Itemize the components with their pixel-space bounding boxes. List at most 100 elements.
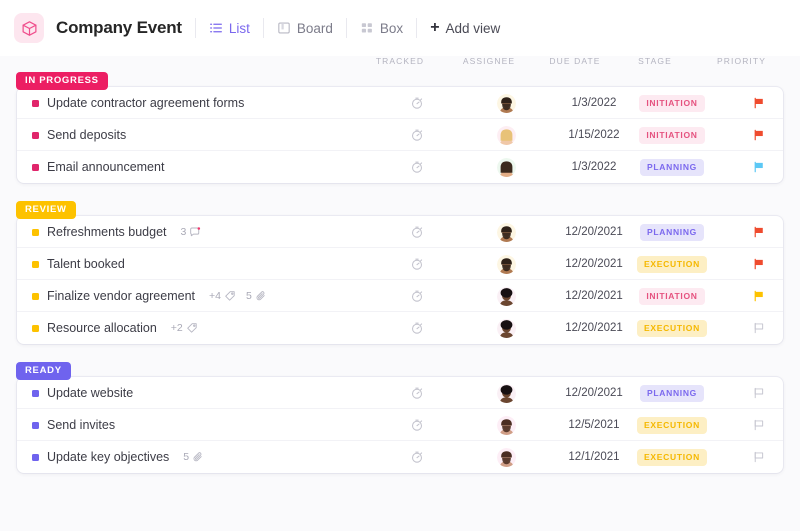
tracked-cell[interactable] <box>372 119 462 151</box>
flag-empty-icon[interactable] <box>752 418 766 432</box>
due-date-cell[interactable]: 12/20/2021 <box>550 312 638 344</box>
stage-cell[interactable]: PLANNING <box>627 216 717 248</box>
stopwatch-icon[interactable] <box>410 321 424 335</box>
stage-cell[interactable]: INITIATION <box>627 119 717 151</box>
table-row[interactable]: Send invites 12/5/2021 EXECUTION <box>17 409 783 441</box>
stopwatch-icon[interactable] <box>410 128 424 142</box>
assignee-cell[interactable] <box>462 87 550 119</box>
avatar[interactable] <box>496 447 516 467</box>
table-row[interactable]: Email announcement 1/3/2022 PLANNING <box>17 151 783 183</box>
tab-board[interactable]: Board <box>277 21 333 36</box>
task-status-dot[interactable] <box>32 131 39 139</box>
tracked-cell[interactable] <box>372 409 462 441</box>
flag-empty-icon[interactable] <box>752 321 766 335</box>
due-date-cell[interactable]: 12/20/2021 <box>550 280 638 312</box>
table-row[interactable]: Send deposits 1/15/2022 INITIATION <box>17 119 783 151</box>
stage-badge[interactable]: PLANNING <box>640 158 704 176</box>
tracked-cell[interactable] <box>372 312 462 344</box>
table-row[interactable]: Talent booked 12/20/2021 EXECUTION <box>17 248 783 280</box>
flag-red-icon[interactable] <box>752 257 766 271</box>
table-row[interactable]: Refreshments budget 3 12/20/2021 PLANNIN… <box>17 216 783 248</box>
stage-cell[interactable]: INITIATION <box>627 87 717 119</box>
due-date-cell[interactable]: 1/3/2022 <box>550 87 638 119</box>
table-row[interactable]: Finalize vendor agreement +4 5 12/20/202… <box>17 280 783 312</box>
task-status-dot[interactable] <box>32 389 39 397</box>
stopwatch-icon[interactable] <box>410 418 424 432</box>
flag-red-icon[interactable] <box>752 96 766 110</box>
avatar[interactable] <box>496 286 516 306</box>
flag-empty-icon[interactable] <box>752 386 766 400</box>
priority-cell[interactable] <box>717 87 783 119</box>
group-status-badge[interactable]: REVIEW <box>16 201 76 219</box>
due-date-cell[interactable]: 1/15/2022 <box>550 119 638 151</box>
task-status-dot[interactable] <box>32 453 39 461</box>
stage-cell[interactable]: EXECUTION <box>627 248 717 280</box>
priority-cell[interactable] <box>717 280 783 312</box>
stopwatch-icon[interactable] <box>410 160 424 174</box>
avatar[interactable] <box>496 93 516 113</box>
task-status-dot[interactable] <box>32 421 39 429</box>
row-meta-badge[interactable]: 5 <box>246 290 267 302</box>
flag-yellow-icon[interactable] <box>752 289 766 303</box>
task-status-dot[interactable] <box>32 260 39 268</box>
table-row[interactable]: Update contractor agreement forms 1/3/20… <box>17 87 783 119</box>
task-name-cell[interactable]: Email announcement <box>17 151 377 183</box>
stage-badge[interactable]: EXECUTION <box>637 448 707 466</box>
task-name-cell[interactable]: Refreshments budget 3 <box>17 216 377 248</box>
stage-badge[interactable]: PLANNING <box>640 384 704 402</box>
task-status-dot[interactable] <box>32 292 39 300</box>
table-row[interactable]: Resource allocation +2 12/20/2021 EXECUT… <box>17 312 783 344</box>
priority-cell[interactable] <box>717 151 783 183</box>
task-name-cell[interactable]: Send deposits <box>17 119 377 151</box>
tracked-cell[interactable] <box>372 216 462 248</box>
assignee-cell[interactable] <box>462 441 550 473</box>
avatar[interactable] <box>496 157 516 177</box>
task-status-dot[interactable] <box>32 163 39 171</box>
avatar[interactable] <box>496 222 516 242</box>
flag-blue-icon[interactable] <box>752 160 766 174</box>
priority-cell[interactable] <box>717 409 783 441</box>
flag-red-icon[interactable] <box>752 128 766 142</box>
stage-cell[interactable]: INITIATION <box>627 280 717 312</box>
task-name-cell[interactable]: Update key objectives 5 <box>17 441 377 473</box>
table-row[interactable]: Update key objectives 5 12/1/2021 EXECUT… <box>17 441 783 473</box>
row-meta-badge[interactable]: +4 <box>209 290 236 302</box>
avatar[interactable] <box>496 125 516 145</box>
stage-badge[interactable]: PLANNING <box>640 223 704 241</box>
tracked-cell[interactable] <box>372 280 462 312</box>
priority-cell[interactable] <box>717 441 783 473</box>
stage-cell[interactable]: PLANNING <box>627 377 717 409</box>
avatar[interactable] <box>496 383 516 403</box>
task-name-cell[interactable]: Update website <box>17 377 377 409</box>
tracked-cell[interactable] <box>372 87 462 119</box>
due-date-cell[interactable]: 12/1/2021 <box>550 441 638 473</box>
assignee-cell[interactable] <box>462 216 550 248</box>
due-date-cell[interactable]: 12/20/2021 <box>550 377 638 409</box>
task-status-dot[interactable] <box>32 324 39 332</box>
row-meta-badge[interactable]: 3 <box>181 226 202 238</box>
stage-badge[interactable]: EXECUTION <box>637 319 707 337</box>
stage-badge[interactable]: INITIATION <box>639 94 705 112</box>
add-view-button[interactable]: + Add view <box>430 20 500 36</box>
priority-cell[interactable] <box>717 216 783 248</box>
stopwatch-icon[interactable] <box>410 289 424 303</box>
task-status-dot[interactable] <box>32 99 39 107</box>
tracked-cell[interactable] <box>372 441 462 473</box>
stage-badge[interactable]: EXECUTION <box>637 255 707 273</box>
group-status-badge[interactable]: READY <box>16 362 71 380</box>
stage-cell[interactable]: EXECUTION <box>627 409 717 441</box>
assignee-cell[interactable] <box>462 377 550 409</box>
assignee-cell[interactable] <box>462 280 550 312</box>
assignee-cell[interactable] <box>462 248 550 280</box>
assignee-cell[interactable] <box>462 312 550 344</box>
task-name-cell[interactable]: Resource allocation +2 <box>17 312 377 344</box>
assignee-cell[interactable] <box>462 409 550 441</box>
row-meta-badge[interactable]: +2 <box>171 322 198 334</box>
task-status-dot[interactable] <box>32 228 39 236</box>
tracked-cell[interactable] <box>372 248 462 280</box>
table-row[interactable]: Update website 12/20/2021 PLANNING <box>17 377 783 409</box>
due-date-cell[interactable]: 12/20/2021 <box>550 216 638 248</box>
tab-box[interactable]: Box <box>360 21 403 36</box>
task-name-cell[interactable]: Finalize vendor agreement +4 5 <box>17 280 377 312</box>
flag-empty-icon[interactable] <box>752 450 766 464</box>
